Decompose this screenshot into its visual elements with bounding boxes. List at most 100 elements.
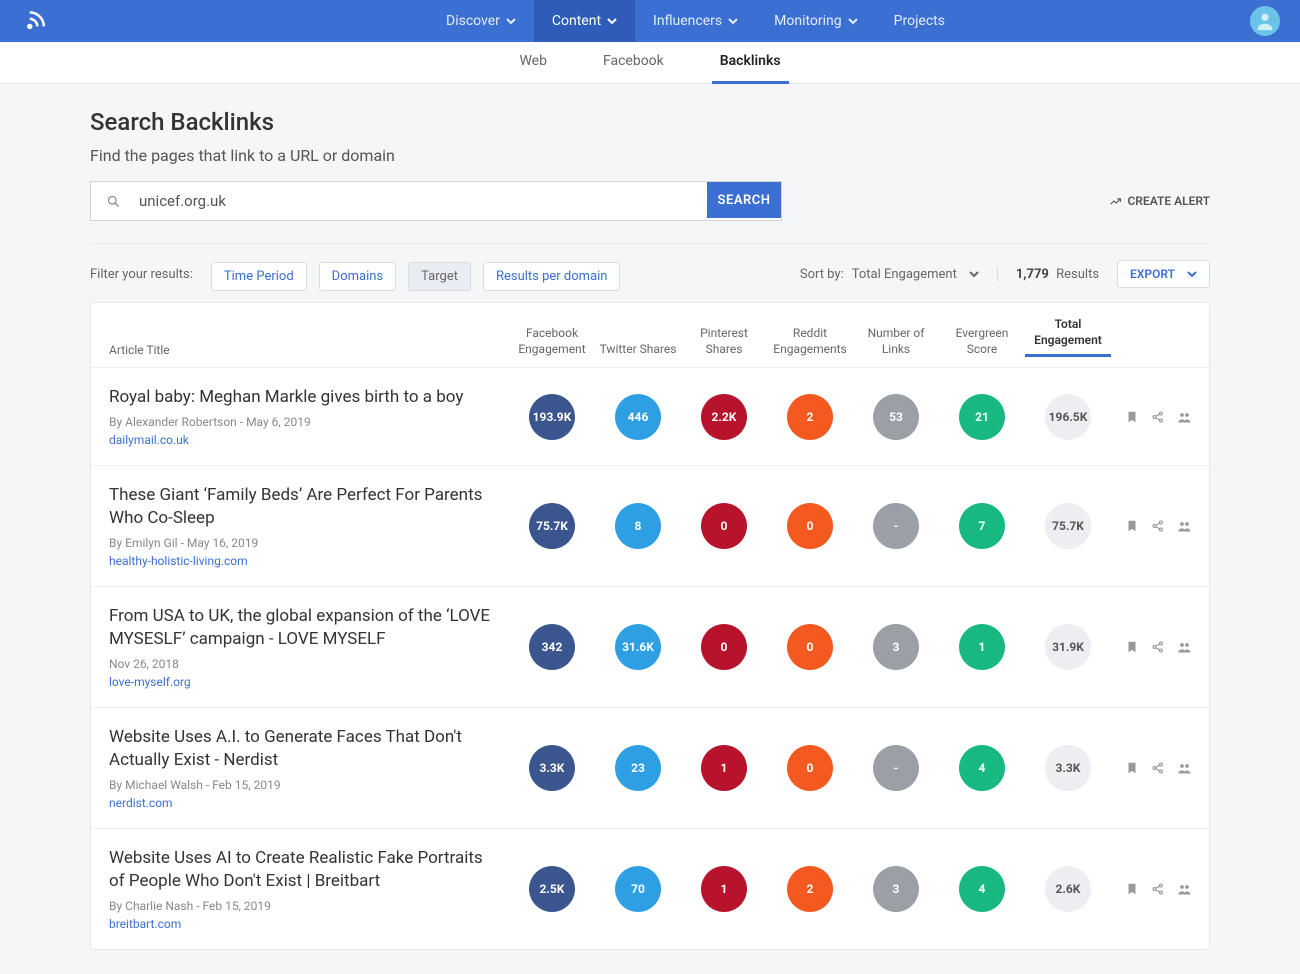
col-fb[interactable]: Facebook Engagement: [509, 326, 595, 357]
bubble-pin: 0: [701, 624, 747, 670]
article-title[interactable]: These Giant ‘Family Beds’ Are Perfect Fo…: [109, 484, 499, 530]
bubble-red: 0: [787, 624, 833, 670]
avatar[interactable]: [1250, 6, 1280, 36]
cell-red: 0: [767, 624, 853, 670]
cell-lnk: -: [853, 745, 939, 791]
article-domain[interactable]: healthy-holistic-living.com: [109, 554, 499, 568]
sort-by[interactable]: Sort by: Total Engagement: [800, 267, 979, 282]
subtab-backlinks[interactable]: Backlinks: [712, 42, 789, 84]
cell-tw: 31.6K: [595, 624, 681, 670]
cell-red: 2: [767, 866, 853, 912]
article-byline: By Charlie Nash - Feb 15, 2019: [109, 899, 499, 913]
subtab-web[interactable]: Web: [511, 42, 555, 84]
share-icon[interactable]: [1151, 761, 1165, 775]
bubble-lnk: -: [873, 745, 919, 791]
bookmark-icon[interactable]: [1125, 882, 1139, 896]
bookmark-icon[interactable]: [1125, 640, 1139, 654]
cell-pin: 0: [681, 503, 767, 549]
nav-projects[interactable]: Projects: [876, 0, 963, 42]
search-button[interactable]: SEARCH: [707, 182, 781, 218]
nav-label: Monitoring: [774, 13, 842, 29]
col-red[interactable]: Reddit Engagements: [767, 326, 853, 357]
cell-tw: 8: [595, 503, 681, 549]
article-domain[interactable]: breitbart.com: [109, 917, 499, 931]
cell-red: 2: [767, 394, 853, 440]
article-domain[interactable]: nerdist.com: [109, 796, 499, 810]
col-eg[interactable]: Evergreen Score: [939, 326, 1025, 357]
article-title[interactable]: Royal baby: Meghan Markle gives birth to…: [109, 386, 499, 409]
export-button[interactable]: EXPORT: [1117, 260, 1210, 288]
article-title[interactable]: Website Uses A.I. to Generate Faces That…: [109, 726, 499, 772]
cell-tw: 23: [595, 745, 681, 791]
search-icon: [91, 182, 135, 220]
col-tot[interactable]: Total Engagement: [1025, 317, 1111, 357]
bubble-eg: 4: [959, 745, 1005, 791]
col-article-title[interactable]: Article Title: [109, 343, 509, 357]
topbar: DiscoverContent Influencers Monitoring Proj…: [0, 0, 1300, 42]
article-title[interactable]: Website Uses AI to Create Realistic Fake…: [109, 847, 499, 893]
divider: [90, 243, 1210, 244]
bubble-tot: 196.5K: [1045, 394, 1091, 440]
cell-actions: [1111, 761, 1191, 775]
table-row: These Giant ‘Family Beds’ Are Perfect Fo…: [91, 466, 1209, 587]
nav-monitoring[interactable]: Monitoring: [756, 0, 876, 42]
cell-tot: 2.6K: [1025, 866, 1111, 912]
subtab-facebook[interactable]: Facebook: [595, 42, 672, 84]
share-icon[interactable]: [1151, 519, 1165, 533]
cell-eg: 4: [939, 745, 1025, 791]
bookmark-icon[interactable]: [1125, 761, 1139, 775]
cell-eg: 21: [939, 394, 1025, 440]
bubble-lnk: 3: [873, 866, 919, 912]
people-icon[interactable]: [1177, 761, 1191, 775]
filter-chip-time-period[interactable]: Time Period: [211, 262, 307, 291]
col-tw[interactable]: Twitter Shares: [595, 342, 681, 358]
nav-discover[interactable]: Discover: [428, 0, 534, 42]
cell-fb: 75.7K: [509, 503, 595, 549]
nav-label: Projects: [894, 13, 945, 29]
create-alert-button[interactable]: CREATE ALERT: [1109, 194, 1210, 208]
bubble-tw: 31.6K: [615, 624, 661, 670]
col-lnk[interactable]: Number of Links: [853, 326, 939, 357]
bookmark-icon[interactable]: [1125, 410, 1139, 424]
nav-content[interactable]: Content: [534, 0, 635, 42]
cell-fb: 342: [509, 624, 595, 670]
cell-fb: 2.5K: [509, 866, 595, 912]
article-domain[interactable]: love-myself.org: [109, 675, 499, 689]
result-count-number: 1,779: [1016, 267, 1049, 282]
search-input[interactable]: [135, 182, 707, 220]
page-title: Search Backlinks: [90, 108, 1210, 136]
cell-title: Website Uses A.I. to Generate Faces That…: [109, 726, 509, 810]
col-pin[interactable]: Pinterest Shares: [681, 326, 767, 357]
people-icon[interactable]: [1177, 410, 1191, 424]
filter-chip-target[interactable]: Target: [408, 262, 471, 291]
people-icon[interactable]: [1177, 519, 1191, 533]
filter-chip-results-per-domain[interactable]: Results per domain: [483, 262, 621, 291]
people-icon[interactable]: [1177, 882, 1191, 896]
bookmark-icon[interactable]: [1125, 519, 1139, 533]
share-icon[interactable]: [1151, 640, 1165, 654]
cell-actions: [1111, 882, 1191, 896]
share-icon[interactable]: [1151, 410, 1165, 424]
bubble-tw: 446: [615, 394, 661, 440]
cell-actions: [1111, 519, 1191, 533]
chevron-down-icon: [848, 16, 858, 26]
article-domain[interactable]: dailymail.co.uk: [109, 433, 499, 447]
nav-influencers[interactable]: Influencers: [635, 0, 756, 42]
bubble-lnk: 3: [873, 624, 919, 670]
search-box: SEARCH: [90, 181, 782, 221]
article-title[interactable]: From USA to UK, the global expansion of …: [109, 605, 499, 651]
bubble-red: 2: [787, 866, 833, 912]
table-header: Article Title Facebook Engagement Twitte…: [91, 303, 1209, 368]
bubble-lnk: -: [873, 503, 919, 549]
share-icon[interactable]: [1151, 882, 1165, 896]
cell-lnk: -: [853, 503, 939, 549]
cell-tot: 3.3K: [1025, 745, 1111, 791]
bubble-lnk: 53: [873, 394, 919, 440]
table-row: From USA to UK, the global expansion of …: [91, 587, 1209, 708]
sort-prefix: Sort by:: [800, 267, 844, 282]
filter-label: Filter your results:: [90, 267, 193, 282]
people-icon[interactable]: [1177, 640, 1191, 654]
nav-label: Influencers: [653, 13, 722, 29]
filter-chip-domains[interactable]: Domains: [319, 262, 396, 291]
bubble-pin: 2.2K: [701, 394, 747, 440]
